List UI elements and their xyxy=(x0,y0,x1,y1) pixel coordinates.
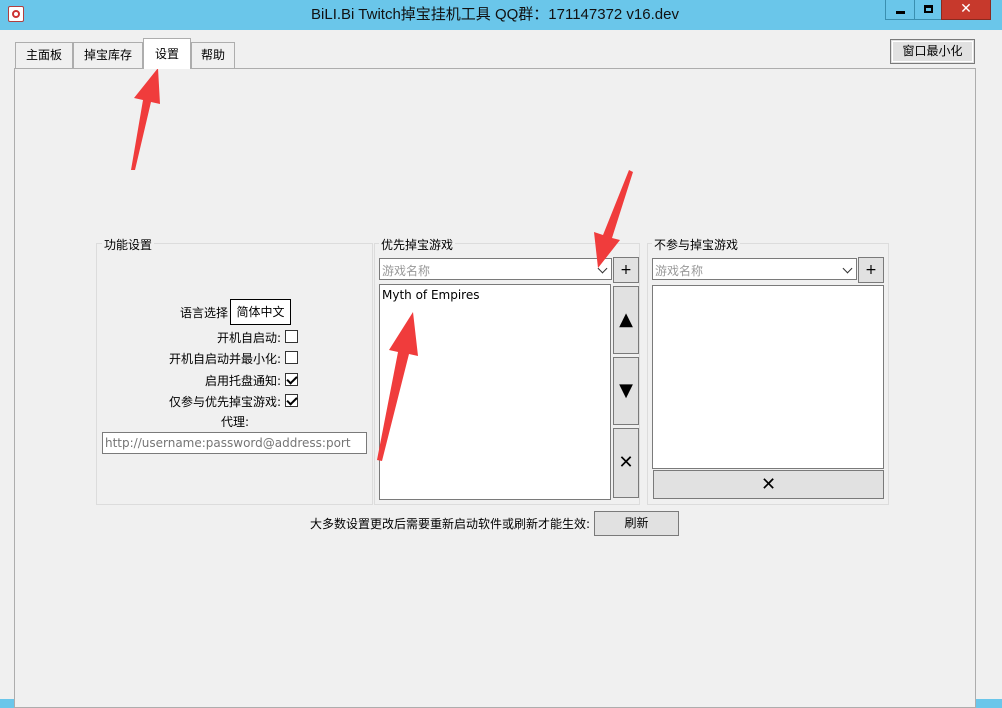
proxy-label: 代理: xyxy=(220,415,250,429)
list-item[interactable]: Myth of Empires xyxy=(380,285,610,302)
remove-excluded-game-button[interactable]: ✕ xyxy=(653,470,884,499)
close-icon: ✕ xyxy=(960,1,972,17)
priority-game-combo[interactable]: 游戏名称 xyxy=(379,258,612,280)
language-label: 语言选择 xyxy=(179,306,228,320)
priority-game-placeholder: 游戏名称 xyxy=(382,264,431,278)
excluded-game-combo[interactable]: 游戏名称 xyxy=(652,258,857,280)
autostart-checkbox[interactable] xyxy=(285,330,298,343)
language-select[interactable]: 简体中文 xyxy=(230,299,291,325)
excluded-games-title: 不参与掉宝游戏 xyxy=(652,236,741,253)
move-down-button[interactable]: ▼ xyxy=(613,357,639,425)
close-icon: ✕ xyxy=(618,452,634,473)
excluded-game-placeholder: 游戏名称 xyxy=(655,264,704,278)
window-title: BiLI.Bi Twitch掉宝挂机工具 QQ群：171147372 v16.d… xyxy=(311,6,679,23)
function-settings-title: 功能设置 xyxy=(102,236,155,253)
tab-help[interactable]: 帮助 xyxy=(191,42,235,68)
tab-settings[interactable]: 设置 xyxy=(143,38,191,69)
chevron-down-icon xyxy=(842,263,853,274)
autostart-label: 开机自启动: xyxy=(216,331,281,345)
tray-notify-label: 启用托盘通知: xyxy=(204,374,281,388)
maximize-button[interactable] xyxy=(914,0,942,20)
tray-notify-checkbox[interactable] xyxy=(285,373,298,386)
chevron-down-icon xyxy=(597,263,608,274)
move-up-button[interactable]: ▲ xyxy=(613,286,639,354)
excluded-games-list[interactable] xyxy=(652,285,884,469)
priority-only-label: 仅参与优先掉宝游戏: xyxy=(168,395,281,409)
autostart-minimized-checkbox[interactable] xyxy=(285,351,298,364)
tab-drop-inventory[interactable]: 掉宝库存 xyxy=(73,42,143,68)
minimize-to-window-button[interactable]: 窗口最小化 xyxy=(890,39,975,64)
close-icon: ✕ xyxy=(760,474,777,495)
arrow-up-icon: ▲ xyxy=(619,309,633,330)
proxy-input[interactable] xyxy=(102,432,367,454)
priority-games-title: 优先掉宝游戏 xyxy=(379,236,456,253)
tab-main-panel[interactable]: 主面板 xyxy=(15,42,73,68)
restart-note: 大多数设置更改后需要重新启动软件或刷新才能生效: xyxy=(309,517,590,531)
refresh-button[interactable]: 刷新 xyxy=(594,511,679,536)
minimize-button[interactable] xyxy=(885,0,915,20)
priority-only-checkbox[interactable] xyxy=(285,394,298,407)
arrow-down-icon: ▼ xyxy=(619,380,633,401)
autostart-minimized-label: 开机自启动并最小化: xyxy=(168,352,281,366)
add-priority-game-button[interactable]: + xyxy=(613,257,639,283)
priority-games-list[interactable]: Myth of Empires xyxy=(379,284,611,500)
remove-priority-game-button[interactable]: ✕ xyxy=(613,428,639,498)
add-excluded-game-button[interactable]: + xyxy=(858,257,884,283)
close-button[interactable]: ✕ xyxy=(941,0,991,20)
